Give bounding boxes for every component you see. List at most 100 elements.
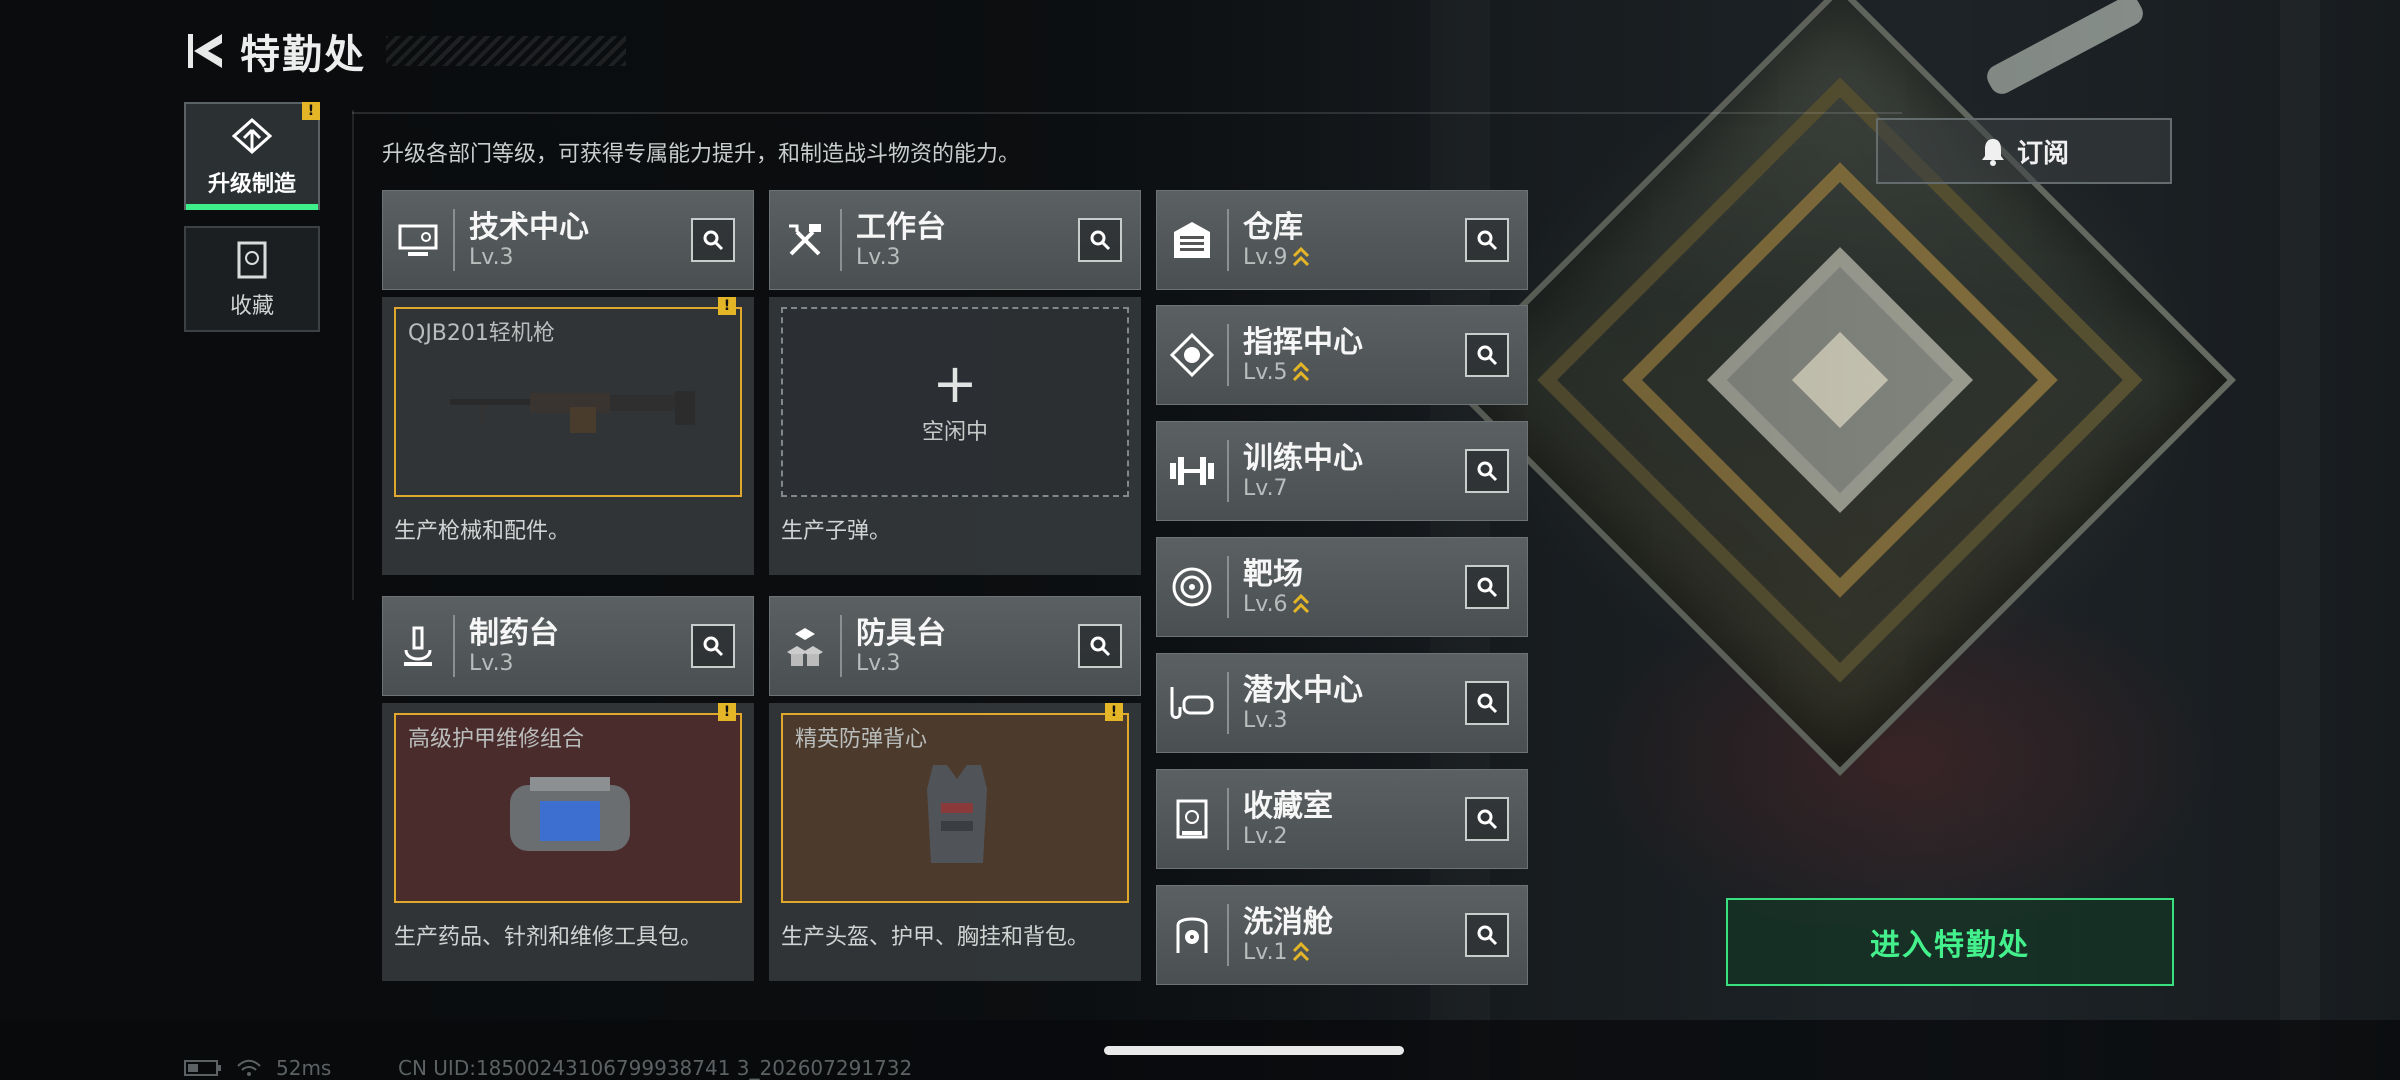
- bell-icon: [1981, 139, 2004, 166]
- dept-tech-center[interactable]: 技术中心 Lv.3: [382, 190, 754, 290]
- search-icon[interactable]: [1465, 913, 1509, 957]
- dept-pharmacy[interactable]: 制药台 Lv.3: [382, 596, 754, 696]
- search-icon[interactable]: [691, 218, 735, 262]
- dept-level: Lv.6: [1243, 591, 1288, 617]
- dept-name: 技术中心: [469, 209, 589, 245]
- search-icon[interactable]: [1465, 681, 1509, 725]
- alert-badge: !: [718, 297, 736, 315]
- search-icon[interactable]: [1465, 449, 1509, 493]
- upgrade-chevron-icon: [1292, 246, 1309, 267]
- search-icon[interactable]: [1078, 218, 1122, 262]
- tab-upgrade-craft[interactable]: 升级制造 !: [184, 102, 320, 210]
- dept-warehouse[interactable]: 仓库 Lv.9: [1156, 190, 1528, 290]
- enter-label: 进入特勤处: [1870, 928, 2030, 963]
- dept-name: 洗消舱: [1243, 904, 1333, 940]
- subscribe-button[interactable]: 订阅: [1876, 118, 2172, 184]
- production-slot[interactable]: 精英防弹背心: [781, 713, 1129, 903]
- dept-name: 收藏室: [1243, 788, 1333, 824]
- dept-level: Lv.3: [856, 650, 901, 676]
- vest-icon: [927, 765, 987, 863]
- dept-armor[interactable]: 防具台 Lv.3: [769, 596, 1141, 696]
- dept-level: Lv.3: [856, 244, 901, 270]
- dept-level: Lv.3: [469, 650, 514, 676]
- collection-icon: [237, 241, 267, 279]
- dept-name: 防具台: [856, 615, 946, 651]
- status-bar: 52ms: [184, 1056, 331, 1080]
- user-uid: CN UID:18500243106799938741 3_2026072917…: [398, 1056, 913, 1080]
- dept-level: Lv.9: [1243, 244, 1288, 270]
- subscribe-label: 订阅: [2016, 138, 2069, 169]
- upgrade-chevron-icon: [1292, 941, 1309, 962]
- dept-name: 仓库: [1243, 209, 1303, 245]
- enter-special-ops-button[interactable]: 进入特勤处: [1726, 898, 2174, 986]
- microscope-icon: [404, 626, 432, 666]
- page-description: 升级各部门等级，可获得专属能力提升，和制造战斗物资的能力。: [382, 142, 1021, 167]
- divider-line-vertical: [352, 110, 354, 600]
- production-slot[interactable]: QJB201轻机枪: [394, 307, 742, 497]
- plus-icon: +: [932, 352, 978, 415]
- alert-badge: !: [302, 102, 320, 120]
- cubes-icon: [787, 628, 823, 666]
- idle-status: 空闲中: [921, 420, 988, 445]
- dept-name: 潜水中心: [1243, 672, 1363, 708]
- dept-name: 指挥中心: [1243, 324, 1363, 360]
- dept-level: Lv.3: [469, 244, 514, 270]
- wifi-icon: [237, 1059, 261, 1076]
- upgrade-chevron-icon: [1292, 593, 1309, 614]
- tab-label: 收藏: [229, 294, 274, 319]
- search-icon[interactable]: [691, 624, 735, 668]
- production-description: 生产子弹。: [781, 519, 892, 544]
- dept-workbench[interactable]: 工作台 Lv.3: [769, 190, 1141, 290]
- home-indicator[interactable]: [1104, 1046, 1404, 1055]
- dept-level: Lv.5: [1243, 359, 1288, 385]
- upgrade-chevron-icon: [1292, 361, 1309, 382]
- production-description: 生产药品、针剂和维修工具包。: [394, 925, 703, 950]
- divider-line: [352, 112, 1902, 114]
- search-icon[interactable]: [1465, 218, 1509, 262]
- back-arrow-icon[interactable]: [186, 28, 226, 74]
- title-stripes-decor: [386, 36, 626, 66]
- target-icon: [1172, 567, 1212, 607]
- production-panel-armor: 精英防弹背心 ! 生产头盔、护甲、胸挂和背包。: [769, 703, 1141, 981]
- dept-name: 靶场: [1243, 556, 1303, 592]
- search-icon[interactable]: [1465, 565, 1509, 609]
- search-icon[interactable]: [1465, 797, 1509, 841]
- warehouse-icon: [1174, 222, 1210, 258]
- dept-level: Lv.1: [1243, 939, 1288, 965]
- dept-decon-chamber[interactable]: 洗消舱 Lv.1: [1156, 885, 1528, 985]
- page-title: 特勤处: [240, 32, 366, 78]
- production-panel-tech: QJB201轻机枪 ! 生产枪械和配件。: [382, 297, 754, 575]
- production-panel-pharmacy: 高级护甲维修组合 ! 生产药品、针剂和维修工具包。: [382, 703, 754, 981]
- dumbbell-icon: [1170, 457, 1214, 485]
- dept-level: Lv.3: [1243, 707, 1288, 733]
- item-name: 高级护甲维修组合: [408, 727, 585, 752]
- tools-icon: [789, 224, 821, 256]
- search-icon[interactable]: [1465, 333, 1509, 377]
- dept-level: Lv.7: [1243, 475, 1288, 501]
- tab-collection[interactable]: 收藏: [184, 226, 320, 332]
- dept-collection-room[interactable]: 收藏室 Lv.2: [1156, 769, 1528, 869]
- dept-name: 制药台: [469, 615, 559, 651]
- alert-badge: !: [718, 703, 736, 721]
- dept-name: 训练中心: [1243, 440, 1363, 476]
- upgrade-house-icon: [231, 117, 273, 155]
- tab-label: 升级制造: [207, 172, 296, 197]
- production-description: 生产枪械和配件。: [394, 519, 571, 544]
- dept-command-center[interactable]: 指挥中心 Lv.5: [1156, 305, 1528, 405]
- dept-diving-center[interactable]: 潜水中心 Lv.3: [1156, 653, 1528, 753]
- empty-production-slot[interactable]: + 空闲中: [781, 307, 1129, 497]
- machine-gun-icon: [450, 391, 695, 433]
- production-slot[interactable]: 高级护甲维修组合: [394, 713, 742, 903]
- ping-value: 52ms: [276, 1056, 332, 1080]
- search-icon[interactable]: [1078, 624, 1122, 668]
- battery-icon: [184, 1060, 221, 1076]
- dept-training-center[interactable]: 训练中心 Lv.7: [1156, 421, 1528, 521]
- computer-icon: [398, 224, 438, 256]
- active-tab-indicator: [186, 204, 318, 210]
- dept-shooting-range[interactable]: 靶场 Lv.6: [1156, 537, 1528, 637]
- dept-level: Lv.2: [1243, 823, 1288, 849]
- production-panel-workbench: + 空闲中 生产子弹。: [769, 297, 1141, 575]
- command-icon: [1170, 333, 1214, 377]
- alert-badge: !: [1105, 703, 1123, 721]
- dept-name: 工作台: [856, 209, 946, 245]
